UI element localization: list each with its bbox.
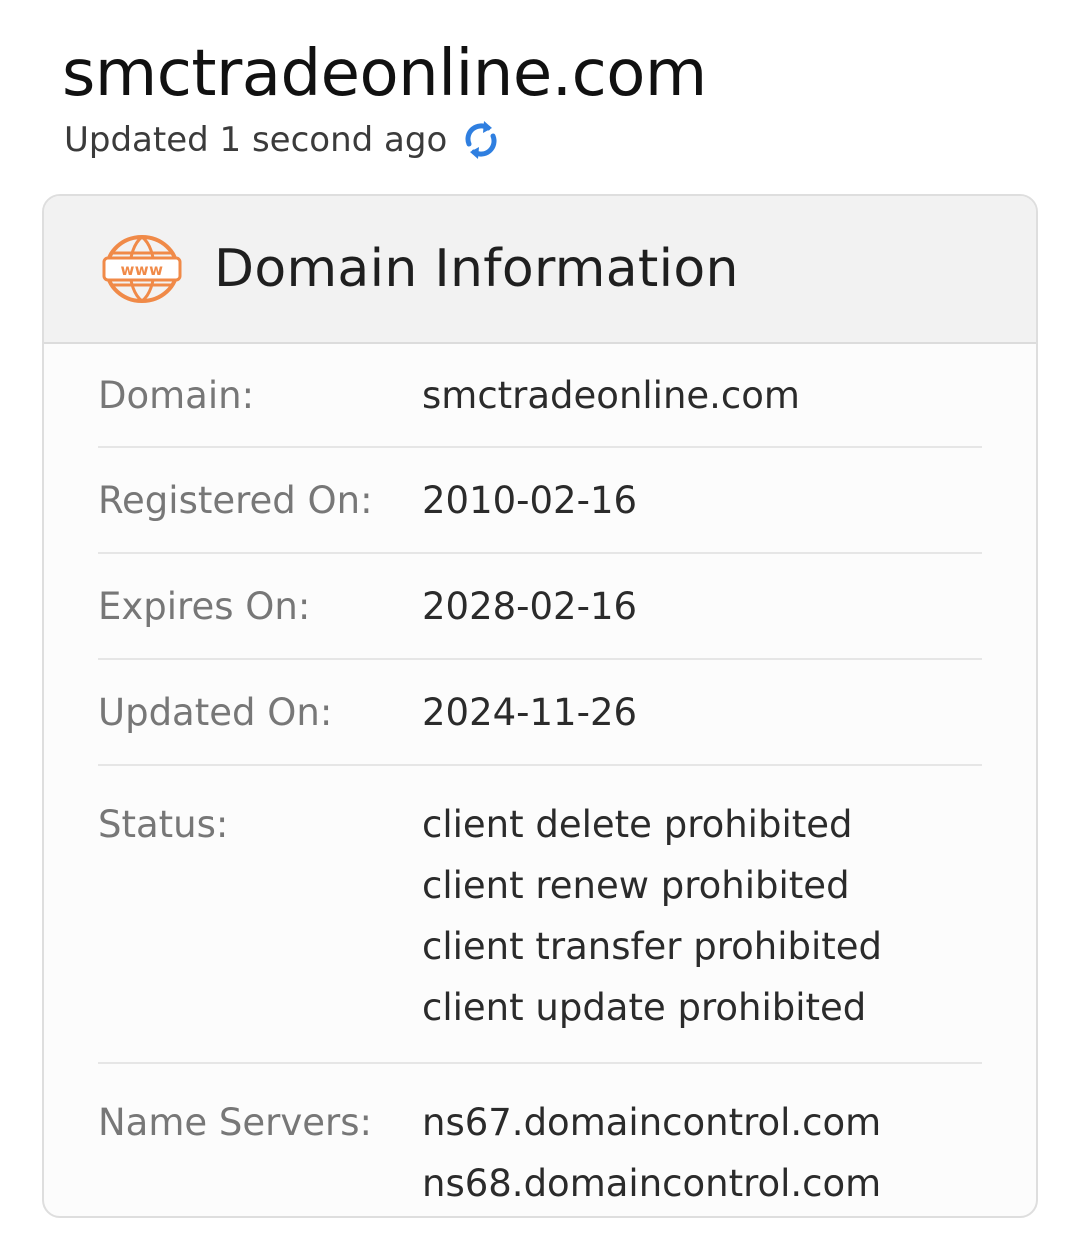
status-item: client renew prohibited bbox=[422, 864, 850, 907]
card-header: www Domain Information bbox=[44, 196, 1036, 344]
svg-text:www: www bbox=[120, 261, 163, 279]
status-values: client delete prohibited client renew pr… bbox=[422, 794, 882, 1038]
expires-value: 2028-02-16 bbox=[422, 584, 638, 628]
row-label: Registered On: bbox=[98, 478, 373, 522]
status-item: client update prohibited bbox=[422, 986, 867, 1029]
refresh-icon[interactable] bbox=[461, 118, 501, 162]
name-server-item: ns68.domaincontrol.com bbox=[422, 1162, 882, 1205]
row-status: Status: client delete prohibited client … bbox=[98, 766, 982, 1064]
row-name-servers: Name Servers: ns67.domaincontrol.com ns6… bbox=[98, 1064, 982, 1216]
updated-value: 2024-11-26 bbox=[422, 690, 638, 734]
row-label: Name Servers: bbox=[98, 1101, 372, 1144]
name-server-item: ns67.domaincontrol.com bbox=[422, 1101, 882, 1144]
domain-info-card: www Domain Information Domain: smctradeo… bbox=[42, 194, 1038, 1218]
status-item: client transfer prohibited bbox=[422, 925, 883, 968]
page-title: smctradeonline.com bbox=[62, 37, 707, 111]
registered-value: 2010-02-16 bbox=[422, 478, 638, 522]
updated-status: Updated 1 second ago bbox=[64, 116, 501, 164]
row-updated-on: Updated On: 2024-11-26 bbox=[98, 660, 982, 766]
row-domain: Domain: smctradeonline.com bbox=[98, 344, 982, 448]
name-server-values: ns67.domaincontrol.com ns68.domaincontro… bbox=[422, 1092, 881, 1214]
row-label: Status: bbox=[98, 803, 229, 846]
info-rows: Domain: smctradeonline.com Registered On… bbox=[98, 344, 982, 1216]
status-item: client delete prohibited bbox=[422, 803, 853, 846]
row-label: Updated On: bbox=[98, 690, 333, 734]
row-expires-on: Expires On: 2028-02-16 bbox=[98, 554, 982, 660]
row-registered-on: Registered On: 2010-02-16 bbox=[98, 448, 982, 554]
domain-value: smctradeonline.com bbox=[422, 373, 800, 417]
updated-text: Updated 1 second ago bbox=[64, 120, 448, 160]
row-label: Domain: bbox=[98, 373, 255, 417]
row-label: Expires On: bbox=[98, 584, 311, 628]
www-icon: www bbox=[102, 233, 182, 305]
card-title: Domain Information bbox=[214, 239, 739, 299]
